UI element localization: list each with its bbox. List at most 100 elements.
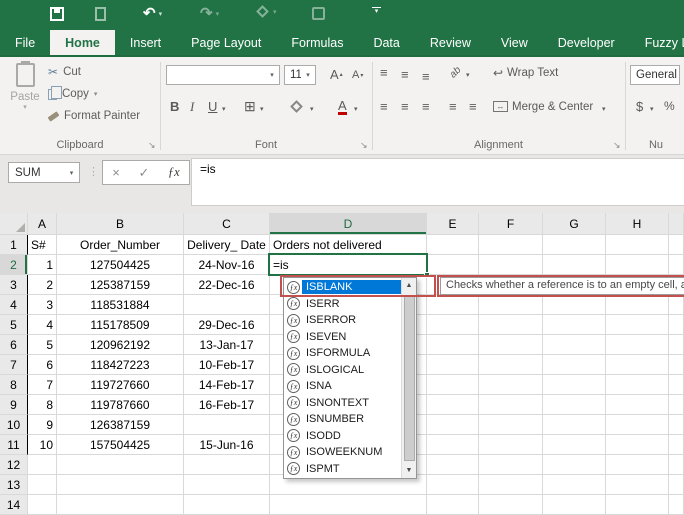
font-name-caret-icon[interactable]: ▾	[265, 71, 279, 79]
cell[interactable]	[427, 495, 479, 515]
save-icon[interactable]	[50, 7, 64, 21]
cell[interactable]: 24-Nov-16	[184, 255, 270, 275]
cell[interactable]: 120962192	[57, 335, 184, 355]
row-header[interactable]: 12	[0, 455, 28, 475]
number-format-combobox[interactable]: General	[630, 65, 680, 85]
col-header-f[interactable]: F	[479, 213, 543, 235]
cell[interactable]	[427, 255, 479, 275]
decrease-indent-icon[interactable]: ≡	[449, 99, 457, 114]
autocomplete-item[interactable]: ƒxISFORMULA	[284, 345, 401, 362]
cell[interactable]	[606, 335, 669, 355]
row-header[interactable]: 10	[0, 415, 28, 435]
cell[interactable]	[606, 355, 669, 375]
cell[interactable]: 15-Jun-16	[184, 435, 270, 455]
cell[interactable]	[669, 475, 684, 495]
cell[interactable]	[543, 475, 606, 495]
row-header[interactable]: 8	[0, 375, 28, 395]
cell[interactable]	[606, 435, 669, 455]
cell[interactable]: S#	[28, 235, 57, 255]
cell[interactable]: 29-Dec-16	[184, 315, 270, 335]
cell[interactable]	[669, 355, 684, 375]
cell[interactable]	[669, 235, 684, 255]
cell[interactable]: Delivery_ Date	[184, 235, 270, 255]
cell[interactable]	[606, 495, 669, 515]
tab-home[interactable]: Home	[50, 30, 115, 55]
tab-data[interactable]: Data	[358, 30, 414, 55]
cell[interactable]	[543, 455, 606, 475]
cell[interactable]	[606, 455, 669, 475]
col-header-b[interactable]: B	[57, 213, 184, 235]
cell[interactable]	[669, 335, 684, 355]
cell[interactable]: 127504425	[57, 255, 184, 275]
cell[interactable]: 125387159	[57, 275, 184, 295]
cell[interactable]: 16-Feb-17	[184, 395, 270, 415]
cell[interactable]	[479, 415, 543, 435]
row-header[interactable]: 5	[0, 315, 28, 335]
tab-developer[interactable]: Developer	[543, 30, 630, 55]
cell[interactable]	[479, 255, 543, 275]
cell[interactable]: 119727660	[57, 375, 184, 395]
cell[interactable]	[543, 295, 606, 315]
cell[interactable]	[669, 295, 684, 315]
autocomplete-item[interactable]: ƒxISNONTEXT	[284, 395, 401, 412]
alignment-dialog-launcher-icon[interactable]: ↘	[613, 140, 621, 151]
cell[interactable]: 4	[28, 315, 57, 335]
cell[interactable]	[479, 375, 543, 395]
cell[interactable]: 14-Feb-17	[184, 375, 270, 395]
col-header-g[interactable]: G	[543, 213, 606, 235]
align-top-icon[interactable]: ≡	[380, 65, 388, 80]
cell[interactable]	[28, 475, 57, 495]
customize-qat-button[interactable]: ▾	[372, 7, 381, 15]
cell[interactable]	[427, 395, 479, 415]
bold-button[interactable]: B	[170, 99, 179, 114]
orientation-icon[interactable]: ab	[450, 67, 461, 78]
cell[interactable]	[543, 495, 606, 515]
row-header-selected[interactable]: 2	[0, 255, 28, 275]
cell[interactable]	[184, 295, 270, 315]
cell[interactable]	[543, 355, 606, 375]
autocomplete-item[interactable]: ƒxISODD	[284, 428, 401, 445]
scrollbar-thumb[interactable]	[404, 295, 415, 461]
tab-review[interactable]: Review	[415, 30, 486, 55]
cell[interactable]	[606, 315, 669, 335]
cut-button[interactable]: ✂ Cut	[48, 63, 81, 81]
col-header-e[interactable]: E	[427, 213, 479, 235]
font-size-caret-icon[interactable]: ▾	[301, 71, 315, 79]
fill-color-button[interactable]: ▾	[258, 7, 277, 16]
cell[interactable]	[479, 355, 543, 375]
cell[interactable]	[184, 415, 270, 435]
align-center-icon[interactable]: ≡	[401, 99, 409, 114]
row-header[interactable]: 6	[0, 335, 28, 355]
font-color-button[interactable]: A	[338, 99, 347, 115]
increase-indent-icon[interactable]: ≡	[469, 99, 477, 114]
cell[interactable]	[479, 435, 543, 455]
cell[interactable]	[543, 315, 606, 335]
cell[interactable]	[427, 475, 479, 495]
cell[interactable]	[427, 295, 479, 315]
row-header[interactable]: 4	[0, 295, 28, 315]
percent-format-button[interactable]: %	[664, 99, 675, 113]
clipboard-dialog-launcher-icon[interactable]: ↘	[148, 140, 156, 151]
cell[interactable]: 115178509	[57, 315, 184, 335]
cell[interactable]	[479, 395, 543, 415]
borders-icon[interactable]: ⊞	[244, 98, 256, 115]
cell[interactable]	[543, 435, 606, 455]
cell[interactable]	[543, 255, 606, 275]
orientation-caret-icon[interactable]: ▾	[466, 71, 470, 79]
undo-caret-icon[interactable]: ▾	[159, 10, 163, 18]
select-all-corner[interactable]	[0, 213, 28, 235]
formula-input[interactable]: =is	[191, 158, 684, 206]
row-header[interactable]: 1	[0, 235, 28, 255]
name-box[interactable]: SUM ▾	[8, 162, 80, 183]
cell-d1-header[interactable]: Orders not delivered	[270, 235, 427, 255]
autocomplete-item[interactable]: ƒxISEVEN	[284, 329, 401, 346]
borders-caret-icon[interactable]: ▾	[260, 105, 264, 113]
qat-tool-button[interactable]	[312, 7, 325, 20]
redo-caret-icon[interactable]: ▾	[216, 10, 220, 18]
cell[interactable]	[543, 235, 606, 255]
font-dialog-launcher-icon[interactable]: ↘	[360, 140, 368, 151]
tab-page-layout[interactable]: Page Layout	[176, 30, 276, 55]
cell[interactable]	[479, 315, 543, 335]
cell[interactable]	[669, 435, 684, 455]
tab-file[interactable]: File	[0, 30, 50, 55]
